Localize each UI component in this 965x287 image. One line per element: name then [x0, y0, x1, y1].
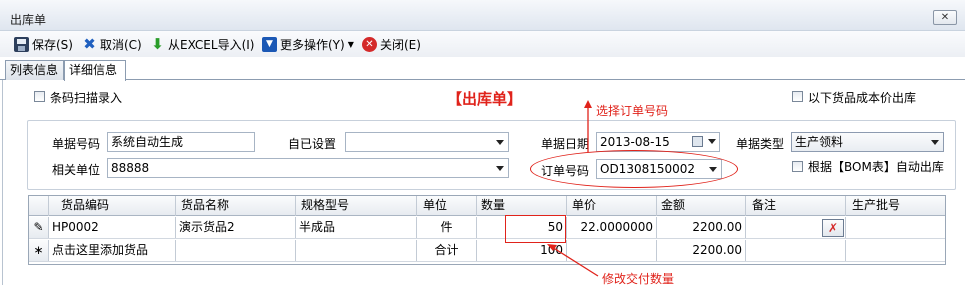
bom-auto-out-checkbox[interactable] [792, 161, 803, 172]
annotation-edit-quantity: 修改交付数量 [602, 272, 675, 286]
grid-corner [29, 196, 49, 216]
header-fields-group [27, 120, 956, 190]
grid-header-row: 货品编码 货品名称 规格型号 单位 数量 单价 金额 备注 生产批号 [29, 196, 945, 216]
column-header[interactable]: 单价 [567, 196, 657, 216]
cost-price-out-checkbox[interactable] [792, 91, 803, 102]
save-button[interactable]: 保存(S) [14, 35, 73, 53]
column-header[interactable]: 数量 [477, 196, 567, 216]
doc-date-value: 2013-08-15 [600, 135, 670, 149]
toolbar: 保存(S) ✖ 取消(C) ⬇ 从EXCEL导入(I) ▼ 更多操作(Y) ▼ … [0, 31, 965, 57]
chevron-down-icon [496, 166, 504, 171]
column-header[interactable]: 货品编码 [49, 196, 176, 216]
cell-batch [846, 240, 945, 261]
cell-code[interactable]: HP0002 [49, 217, 176, 238]
tab-detail-info[interactable]: 详细信息 [64, 60, 126, 81]
delete-row-icon[interactable]: ✗ [822, 219, 844, 237]
column-header[interactable]: 金额 [657, 196, 746, 216]
order-no-highlight [530, 150, 738, 188]
edit-pencil-icon: ✎ [29, 217, 49, 238]
column-header[interactable]: 备注 [746, 196, 846, 216]
table-row[interactable]: ∗ 点击这里添加货品 合计 100 2200.00 [29, 240, 945, 262]
custom-setting-select[interactable] [345, 132, 509, 152]
cell-amount[interactable]: 2200.00 [657, 217, 746, 238]
calendar-icon[interactable] [692, 136, 703, 147]
cost-price-out-label: 以下货品成本价出库 [808, 91, 917, 105]
doc-no-label: 单据号码 [52, 137, 101, 151]
column-header[interactable]: 生产批号 [846, 196, 945, 216]
close-label: 关闭(E) [380, 37, 421, 52]
total-quantity: 100 [477, 240, 567, 261]
related-unit-value: 88888 [111, 161, 150, 175]
save-label: 保存(S) [32, 37, 73, 52]
add-item-link[interactable]: 点击这里添加货品 [49, 240, 176, 261]
cell-remark [746, 240, 846, 261]
doc-type-value: 生产领料 [795, 135, 844, 149]
doc-type-label: 单据类型 [736, 137, 785, 151]
total-price [567, 240, 657, 261]
import-excel-label: 从EXCEL导入(I) [168, 37, 255, 52]
quantity-highlight [505, 215, 566, 243]
total-label: 合计 [417, 240, 477, 261]
custom-setting-label: 自已设置 [288, 137, 337, 151]
more-actions-button[interactable]: ▼ 更多操作(Y) ▼ [262, 35, 354, 53]
more-actions-label: 更多操作(Y) [280, 37, 345, 52]
cell-spec[interactable]: 半成品 [296, 217, 417, 238]
page-title: 【出库单】 [447, 90, 523, 108]
chevron-down-icon [496, 140, 504, 145]
related-unit-label: 相关单位 [52, 163, 101, 177]
cell-spec[interactable] [296, 240, 417, 261]
cancel-button[interactable]: ✖ 取消(C) [82, 35, 142, 53]
bom-auto-out-label: 根据【BOM表】自动出库 [808, 160, 944, 174]
doc-date-label: 单据日期 [541, 137, 590, 151]
annotation-select-order: 选择订单号码 [596, 104, 669, 118]
related-unit-select[interactable]: 88888 [107, 158, 509, 178]
cell-batch[interactable] [846, 217, 945, 238]
cell-name[interactable]: 演示货品2 [176, 217, 296, 238]
chevron-down-icon [708, 139, 716, 144]
doc-type-select[interactable]: 生产领料 [791, 132, 944, 152]
window-close-button[interactable]: ✕ [933, 10, 957, 25]
column-header[interactable]: 规格型号 [296, 196, 417, 216]
column-header[interactable]: 单位 [417, 196, 477, 216]
cancel-label: 取消(C) [100, 37, 142, 52]
cancel-icon: ✖ [83, 34, 96, 53]
more-actions-icon: ▼ [262, 36, 277, 52]
doc-date-field[interactable]: 2013-08-15 [596, 132, 720, 152]
window-title: 出库单 [10, 13, 47, 27]
table-row[interactable]: ✎ HP0002 演示货品2 半成品 件 50 22.0000000 2200.… [29, 217, 945, 239]
download-arrow-icon: ⬇ [151, 34, 164, 53]
column-header[interactable]: 货品名称 [176, 196, 296, 216]
barcode-scan-label: 条码扫描录入 [50, 91, 123, 105]
cell-name[interactable] [176, 240, 296, 261]
cell-unit[interactable]: 件 [417, 217, 477, 238]
chevron-down-icon: ▼ [347, 39, 354, 49]
new-row-asterisk-icon: ∗ [29, 240, 49, 261]
chevron-down-icon [931, 140, 939, 145]
cell-price[interactable]: 22.0000000 [567, 217, 657, 238]
doc-no-field[interactable]: 系统自动生成 [107, 132, 255, 152]
close-icon: ✕ [362, 36, 377, 52]
window-titlebar: 出库单 ✕ [0, 0, 965, 31]
close-button[interactable]: ✕ 关闭(E) [362, 35, 421, 53]
tab-list-info[interactable]: 列表信息 [5, 60, 64, 80]
items-grid: 货品编码 货品名称 规格型号 单位 数量 单价 金额 备注 生产批号 ✎ HP0… [28, 195, 946, 265]
barcode-scan-checkbox[interactable] [34, 91, 45, 102]
import-excel-button[interactable]: ⬇ 从EXCEL导入(I) [150, 35, 254, 53]
save-icon [14, 36, 29, 52]
total-amount: 2200.00 [657, 240, 746, 261]
